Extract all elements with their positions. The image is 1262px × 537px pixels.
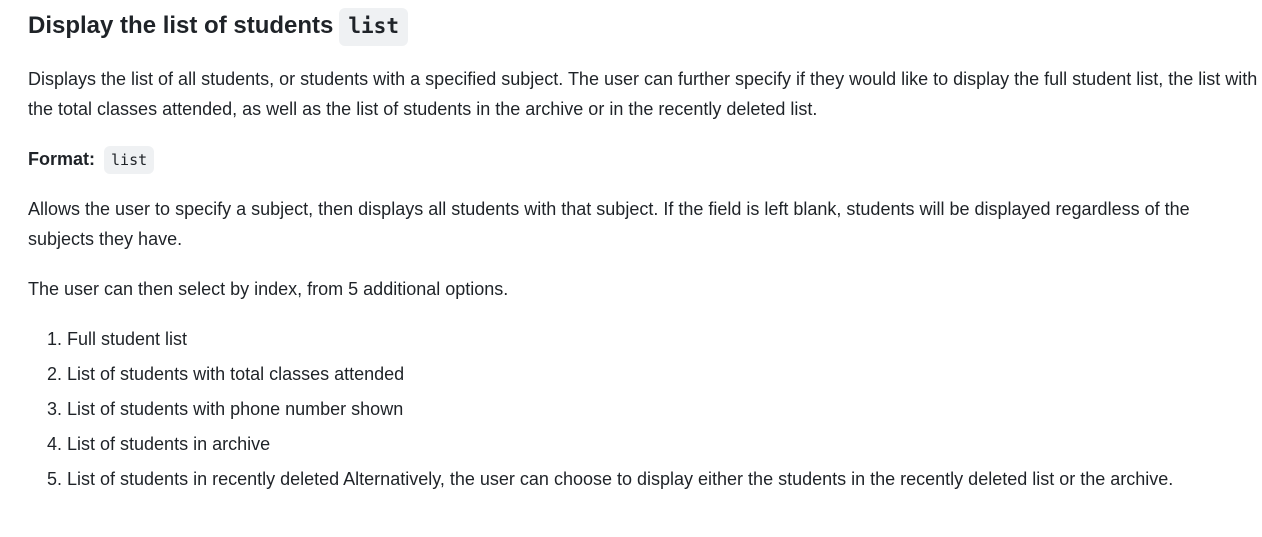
heading-title: Display the list of students <box>28 12 334 39</box>
list-item: List of students in archive <box>67 429 1262 459</box>
description-paragraph: Displays the list of all students, or st… <box>28 69 1258 119</box>
list-item: Full student list <box>67 324 1262 354</box>
heading-command-code: list <box>339 8 408 46</box>
subject-paragraph: Allows the user to specify a subject, th… <box>28 199 1190 249</box>
list-item: List of students with phone number shown <box>67 394 1262 424</box>
format-code: list <box>104 146 155 174</box>
options-list: Full student list List of students with … <box>28 324 1262 499</box>
list-item: List of students in recently deleted Alt… <box>67 464 1262 494</box>
list-item: List of students with total classes atte… <box>67 359 1262 389</box>
options-intro-paragraph: The user can then select by index, from … <box>28 279 509 299</box>
format-line: Format: list <box>28 144 1258 174</box>
section-heading: Display the list of students list <box>28 8 408 46</box>
format-label: Format: <box>28 149 95 169</box>
